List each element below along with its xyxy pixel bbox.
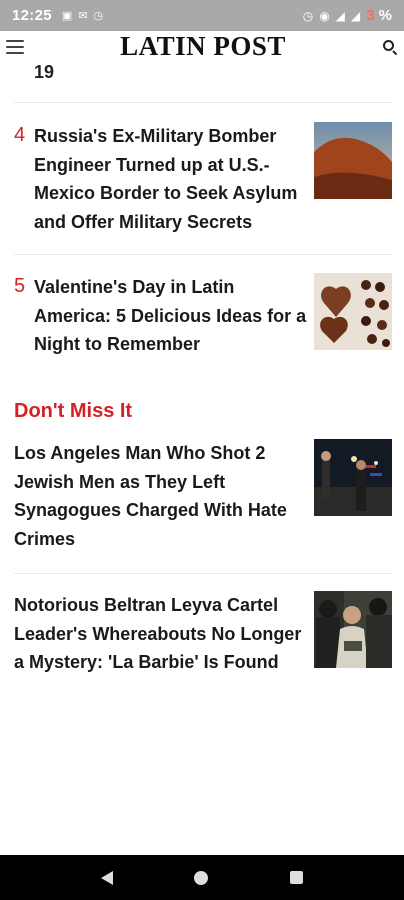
article-list: 19 4 Russia's Ex-Military Bomber Enginee… [0,62,404,855]
signal-icon-2: ◢ [350,8,361,23]
back-icon[interactable] [100,870,113,885]
article-title[interactable]: Notorious Beltran Leyva Cartel Leader's … [14,591,314,677]
signal-icon: ◢ [335,8,345,23]
article-title[interactable]: Valentine's Day in Latin America: 5 Deli… [34,273,314,359]
home-icon[interactable] [194,870,209,885]
status-bar: 12:25 ▣ ✉ ◷ ◷ ◉ ◢ ◢ 3 % [0,0,404,31]
dont-miss-heading: Don't Miss It [14,400,133,422]
gallery-icon: ▣ [61,10,73,22]
previous-article-tail[interactable]: 19 [34,62,54,83]
police-scene-thumbnail[interactable] [314,439,392,516]
system-icons: ◷ ◉ ◢ ◢ 3 % [303,7,392,24]
list-item[interactable]: Notorious Beltran Leyva Cartel Leader's … [14,591,392,677]
site-logo[interactable]: LATIN POST [120,31,286,62]
article-title[interactable]: Los Angeles Man Who Shot 2 Jewish Men as… [14,439,314,554]
desert-rock-thumbnail[interactable] [314,122,392,199]
notification-icons: ▣ ✉ ◷ [62,9,103,22]
article-rank: 4 [14,124,26,146]
battery-indicator: 3 % [366,7,392,24]
mail-icon: ✉ [78,10,88,22]
eye-icon: ◉ [319,8,330,23]
divider [14,254,392,255]
article-rank: 5 [14,275,26,297]
alarm-clock-icon: ◷ [302,8,314,23]
list-item[interactable]: 4 Russia's Ex-Military Bomber Engineer T… [14,122,392,237]
article-title[interactable]: Russia's Ex-Military Bomber Engineer Tur… [34,122,314,237]
hamburger-menu-icon[interactable] [6,39,24,54]
list-item[interactable]: Los Angeles Man Who Shot 2 Jewish Men as… [14,439,392,554]
recent-apps-icon[interactable] [290,871,304,884]
chocolates-thumbnail[interactable] [314,273,392,350]
app-header: LATIN POST [0,31,404,62]
system-navigation-bar [0,855,404,900]
status-time: 12:25 [12,7,52,24]
arrest-photo-thumbnail[interactable] [314,591,392,668]
divider [14,573,392,574]
search-icon[interactable] [382,39,398,55]
list-item[interactable]: 5 Valentine's Day in Latin America: 5 De… [14,273,392,359]
divider [14,102,392,103]
alarm-icon: ◷ [93,10,104,22]
